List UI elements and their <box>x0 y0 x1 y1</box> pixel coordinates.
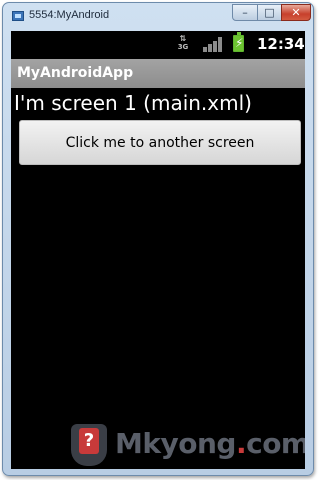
network-3g-icon: ⇅ 3G <box>177 34 189 52</box>
window-title: 5554:MyAndroid <box>29 9 110 21</box>
close-button[interactable]: ✕ <box>281 4 311 21</box>
app-title: MyAndroidApp <box>17 65 134 81</box>
status-bar: ⇅ 3G ⚡ 12:34 <box>11 31 305 57</box>
another-screen-button[interactable]: Click me to another screen <box>19 120 301 165</box>
emulator-app-icon <box>12 11 24 21</box>
charging-bolt-icon: ⚡ <box>235 36 244 50</box>
minimize-button[interactable]: – <box>232 4 258 21</box>
screen-heading: I'm screen 1 (main.xml) <box>14 91 252 115</box>
battery-charging-icon: ⚡ <box>233 32 244 52</box>
network-type-label: 3G <box>177 43 189 51</box>
signal-strength-icon <box>203 37 223 52</box>
emulator-window: 5554:MyAndroid – □ ✕ ⇅ 3G ⚡ 12:34 MyAndr… <box>2 2 314 476</box>
window-titlebar[interactable]: 5554:MyAndroid – □ ✕ <box>3 3 313 29</box>
mkyong-shield-icon: ? <box>71 424 107 466</box>
status-clock: 12:34 <box>257 35 305 53</box>
app-title-bar: MyAndroidApp <box>11 59 305 88</box>
device-screen: ⇅ 3G ⚡ 12:34 MyAndroidApp I'm screen 1 (… <box>11 31 305 469</box>
watermark-text: Mkyong.com <box>115 427 305 460</box>
maximize-button[interactable]: □ <box>257 4 282 21</box>
watermark-logo: ? Mkyong.com <box>71 424 305 468</box>
